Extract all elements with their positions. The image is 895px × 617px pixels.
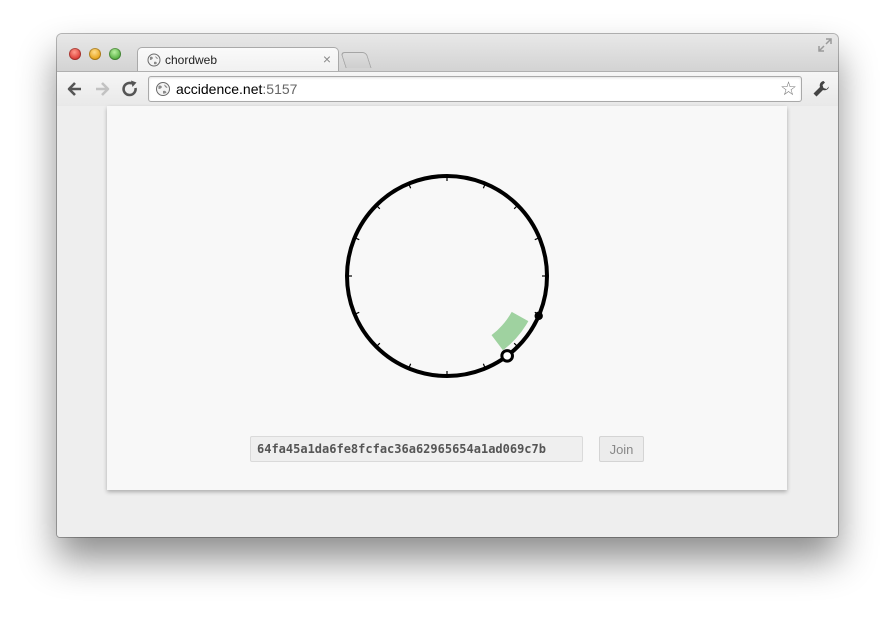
- browser-toolbar: accidence.net:5157 ☆: [57, 71, 838, 108]
- title-bar: chordweb ×: [57, 34, 838, 73]
- peer-node[interactable]: [534, 311, 543, 321]
- self-node[interactable]: [500, 349, 514, 363]
- fullscreen-icon[interactable]: [818, 38, 832, 52]
- minimize-window-button[interactable]: [89, 48, 101, 60]
- globe-icon: [156, 82, 170, 96]
- node-id-input[interactable]: [250, 436, 583, 462]
- maximize-window-button[interactable]: [109, 48, 121, 60]
- url-host: accidence.net: [176, 81, 263, 97]
- url-port: :5157: [262, 81, 298, 97]
- star-icon[interactable]: ☆: [780, 78, 797, 101]
- chord-ring: [345, 174, 549, 378]
- url-text: accidence.net:5157: [176, 81, 297, 97]
- tab-title: chordweb: [165, 53, 218, 67]
- ownership-arc: [491, 311, 529, 351]
- forward-icon[interactable]: [92, 79, 112, 99]
- join-button[interactable]: Join: [599, 436, 644, 462]
- tab-close-icon[interactable]: ×: [323, 51, 331, 67]
- page-content: Join: [57, 106, 838, 537]
- wrench-icon[interactable]: [810, 78, 832, 100]
- globe-icon: [147, 53, 161, 67]
- new-tab-button[interactable]: [340, 52, 372, 68]
- main-panel: Join: [107, 106, 787, 490]
- address-bar[interactable]: accidence.net:5157 ☆: [148, 76, 802, 102]
- tab-chordweb[interactable]: chordweb ×: [137, 47, 339, 73]
- ring-ticks: [346, 175, 548, 377]
- back-icon[interactable]: [65, 79, 85, 99]
- browser-window: chordweb × accidence.net:5157 ☆ 64fa45a1…: [57, 34, 838, 537]
- reload-icon[interactable]: [120, 79, 140, 99]
- close-window-button[interactable]: [69, 48, 81, 60]
